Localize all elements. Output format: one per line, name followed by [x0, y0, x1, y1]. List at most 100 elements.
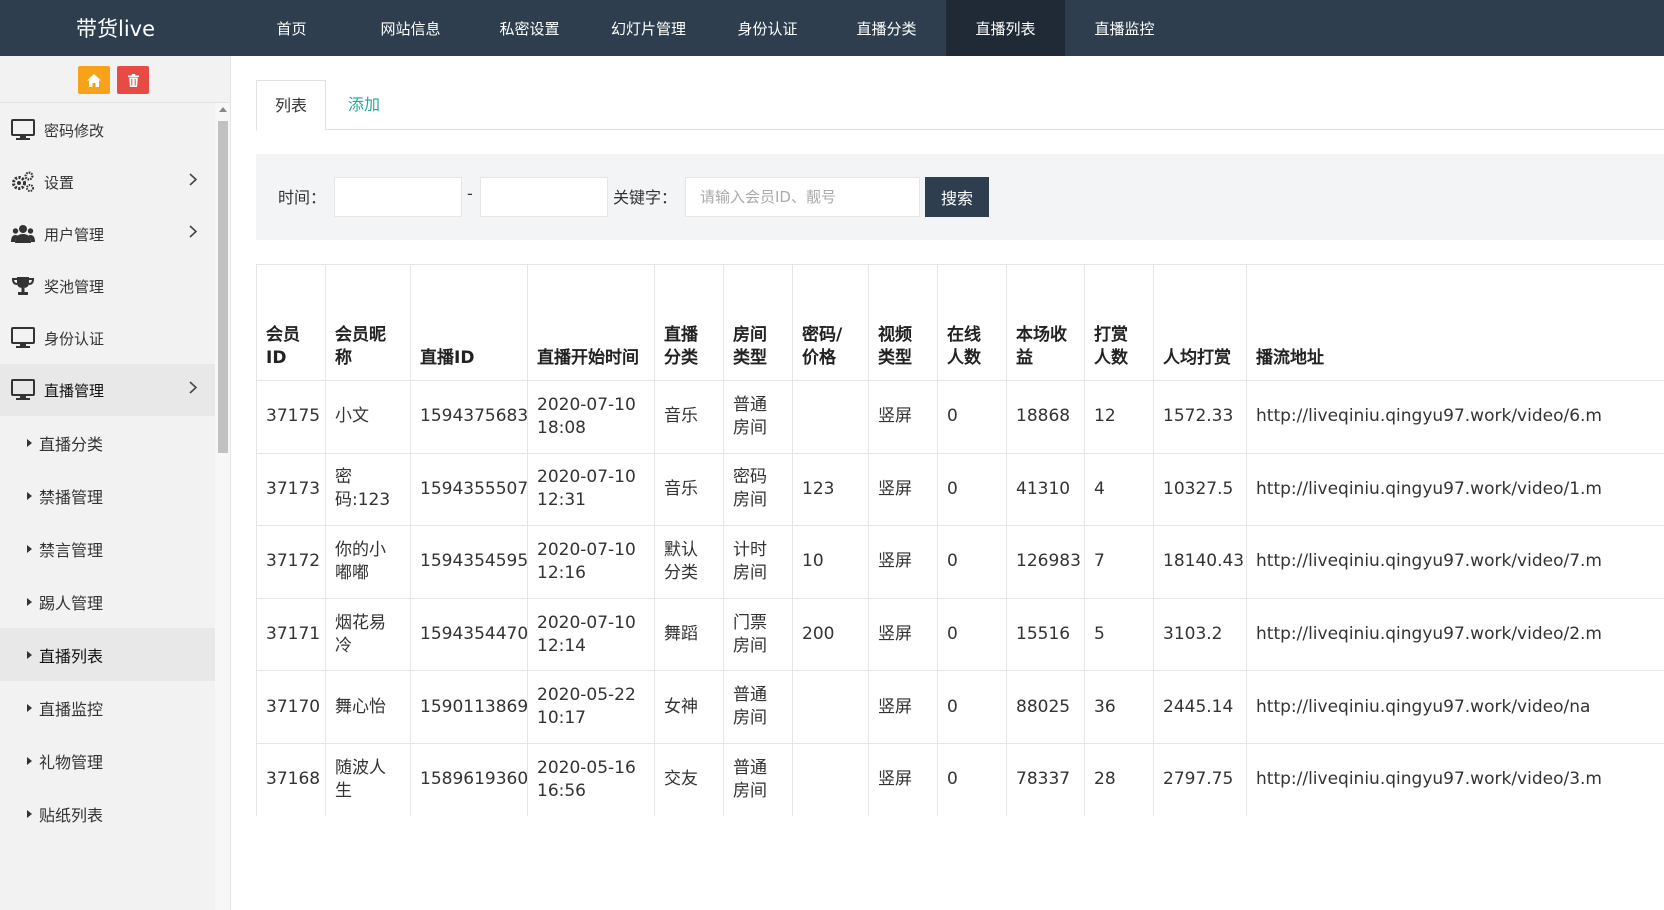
table-header-row: 会员ID 会员昵称 直播ID 直播开始时间 直播分类 房间类型 密码/价格 视频类型 在线人数本…	[256, 264, 1664, 381]
topnav-item-7[interactable]: 直播监控	[1065, 0, 1184, 56]
table-cell: 123	[792, 452, 869, 527]
sidebar-subitem-6[interactable]: 礼物管理	[0, 734, 215, 787]
table-cell: 2797.75	[1153, 742, 1247, 816]
topnav-item-4[interactable]: 身份认证	[708, 0, 827, 56]
table-cell: 1594354595	[410, 525, 528, 599]
column-header: 会员昵称	[325, 264, 411, 381]
end-time-input[interactable]	[480, 177, 608, 217]
table-cell: 28	[1084, 742, 1154, 816]
table-cell: 10	[792, 525, 869, 599]
table-cell: 竖屏	[868, 597, 938, 672]
sidebar-toolbar	[0, 56, 230, 103]
top-nav-menu: 首页 网站信息 私密设置 幻灯片管理 身份认证 直播分类 直播列表 直播监控	[232, 0, 1184, 56]
table-cell: 随波人生	[325, 742, 411, 816]
table-row: 37175 小文 1594375683 2020-07-10 18:08 音乐 普通房间 竖…	[256, 380, 1664, 454]
time-separator: -	[467, 184, 473, 203]
table-row: 37168 随波人生 1589619360 2020-05-16 16:56 交友 普通房…	[256, 742, 1664, 816]
table-cell: 2020-05-16 16:56	[527, 742, 655, 816]
table-cell: 37168	[256, 742, 326, 816]
table-cell: 1590113869	[410, 670, 528, 744]
table-cell: 0	[937, 452, 1007, 527]
sidebar-item-label: 奖池管理	[44, 277, 105, 296]
topnav-item-1[interactable]: 网站信息	[351, 0, 470, 56]
start-time-input[interactable]	[334, 177, 462, 217]
table-cell: http://liveqiniu.qingyu97.work/video/6.m	[1246, 380, 1664, 454]
sidebar-menu: 密码修改设置用户管理奖池管理身份认证直播管理 直播分类 禁播管理 禁言管理踢人管理直播…	[0, 104, 215, 840]
sidebar-item-5[interactable]: 直播管理	[0, 364, 215, 416]
sidebar-item-0[interactable]: 密码修改	[0, 104, 215, 156]
sidebar-item-1[interactable]: 设置	[0, 156, 215, 208]
sidebar-scrollbar[interactable]	[215, 103, 230, 910]
search-filter-bar: 时间： - 关键字： 搜索	[256, 154, 1664, 240]
chevron-right-icon	[189, 381, 198, 394]
tab-list[interactable]: 列表	[256, 80, 326, 131]
sidebar-item-4[interactable]: 身份认证	[0, 312, 215, 364]
table-cell: 竖屏	[868, 670, 938, 744]
table-cell: 2020-07-10 12:16	[527, 525, 655, 599]
topnav-item-5[interactable]: 直播分类	[827, 0, 946, 56]
table-cell: 18140.43	[1153, 525, 1247, 599]
monitor-icon	[10, 117, 36, 143]
sidebar-item-2[interactable]: 用户管理	[0, 208, 215, 260]
table-cell: 你的小嘟嘟	[325, 525, 411, 599]
table-cell: 舞心怡	[325, 670, 411, 744]
table-cell: 密码:123	[325, 452, 411, 527]
sidebar-subitem-1[interactable]: 禁播管理	[0, 469, 215, 522]
topnav-item-6[interactable]: 直播列表	[946, 0, 1065, 56]
sidebar-subitem-2[interactable]: 禁言管理	[0, 522, 215, 575]
keyword-search-input[interactable]	[685, 177, 920, 217]
tab-add[interactable]: 添加	[334, 80, 394, 131]
scrollbar-thumb[interactable]	[218, 121, 228, 453]
table-cell: 41310	[1006, 452, 1085, 527]
table-cell: 37172	[256, 525, 326, 599]
sidebar-item-label: 设置	[44, 173, 75, 192]
sidebar-item-label: 身份认证	[44, 329, 105, 348]
table-cell: http://liveqiniu.qingyu97.work/video/2.m	[1246, 597, 1664, 672]
topnav-item-2[interactable]: 私密设置	[470, 0, 589, 56]
table-cell: 0	[937, 525, 1007, 599]
table-cell: 交友	[654, 742, 724, 816]
sidebar-subitem-5[interactable]: 直播监控	[0, 681, 215, 734]
table-cell: 1594354470	[410, 597, 528, 672]
sidebar-subitem-label: 贴纸列表	[39, 805, 104, 825]
table-cell	[792, 380, 869, 454]
caret-right-icon	[27, 438, 32, 447]
table-cell: http://liveqiniu.qingyu97.work/video/na	[1246, 670, 1664, 744]
chevron-right-icon	[189, 225, 198, 238]
search-button[interactable]: 搜索	[925, 177, 989, 217]
brand-logo[interactable]: 带货live	[76, 0, 155, 58]
sidebar-subitem-label: 直播列表	[39, 646, 104, 666]
topnav-item-3[interactable]: 幻灯片管理	[589, 0, 708, 56]
main-content: 列表 添加 时间： - 关键字： 搜索 会员ID会员昵称直播ID直播开始时间直播…	[256, 80, 1664, 910]
table-cell: 7	[1084, 525, 1154, 599]
sidebar-item-3[interactable]: 奖池管理	[0, 260, 215, 312]
table-cell	[792, 742, 869, 816]
caret-right-icon	[27, 544, 32, 553]
table-cell: 37175	[256, 380, 326, 454]
live-list-table-container: 会员ID 会员昵称 直播ID 直播开始时间 直播分类 房间类型 密码/价格 视频类型 在线人数本…	[256, 264, 1664, 816]
sidebar-subitem-4[interactable]: 直播列表	[0, 628, 215, 681]
clear-cache-button[interactable]	[117, 66, 149, 94]
table-row: 37171 烟花易冷 1594354470 2020-07-10 12:14 舞蹈 门票房…	[256, 597, 1664, 672]
sidebar-subitem-0[interactable]: 直播分类	[0, 416, 215, 469]
topnav-item-0[interactable]: 首页	[232, 0, 351, 56]
scroll-up-arrow-icon[interactable]	[219, 107, 227, 112]
column-header: 直播分类	[654, 264, 724, 381]
table-row: 37172 你的小嘟嘟 1594354595 2020-07-10 12:16 默认分类…	[256, 525, 1664, 599]
keyword-label: 关键字：	[613, 188, 678, 207]
users-icon	[10, 221, 36, 247]
sidebar-subitem-7[interactable]: 贴纸列表	[0, 787, 215, 840]
home-icon	[87, 73, 101, 87]
caret-right-icon	[27, 491, 32, 500]
table-cell: 普通房间	[723, 670, 793, 744]
table-cell: 0	[937, 597, 1007, 672]
sidebar-item-label: 用户管理	[44, 225, 105, 244]
table-cell: 烟花易冷	[325, 597, 411, 672]
sidebar-subitem-3[interactable]: 踢人管理	[0, 575, 215, 628]
sidebar-subitem-label: 踢人管理	[39, 593, 104, 613]
table-cell	[792, 670, 869, 744]
home-button[interactable]	[78, 66, 110, 94]
caret-right-icon	[27, 597, 32, 606]
table-cell: 2020-07-10 12:14	[527, 597, 655, 672]
column-header: 直播开始时间	[527, 264, 655, 381]
